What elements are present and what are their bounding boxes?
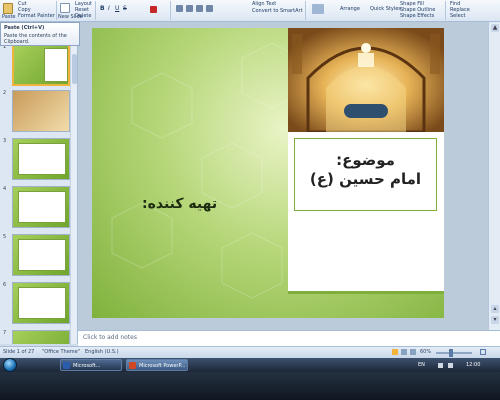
zoom-slider[interactable] [436, 352, 472, 354]
slide-number: 5 [3, 234, 7, 240]
slide-thumbnail[interactable] [12, 282, 70, 324]
thumbnail-row[interactable]: 6 [2, 282, 76, 326]
clock[interactable]: 12:00 [466, 362, 480, 368]
shrine-photo[interactable] [288, 28, 444, 132]
justify-icon[interactable] [206, 5, 213, 12]
thumbnail-row[interactable]: 4 [2, 186, 76, 230]
select-button[interactable]: Select [450, 13, 465, 21]
slide-number: 6 [3, 282, 7, 288]
slide-thumbnail[interactable] [12, 330, 70, 344]
system-tray: EN 12:00 [418, 359, 498, 371]
bold-button[interactable]: B [100, 5, 105, 17]
scrollbar-thumb[interactable] [72, 54, 77, 84]
fit-to-window-icon[interactable] [480, 349, 486, 355]
normal-view-icon[interactable] [392, 349, 398, 355]
zoom-level[interactable]: 60% [420, 349, 431, 355]
thumbnail-row[interactable]: 3 [2, 138, 76, 182]
ribbon-divider [170, 1, 171, 20]
quick-styles-button[interactable]: Quick Styles [370, 6, 401, 18]
thumbnail-card [18, 287, 66, 319]
paste-icon[interactable] [3, 3, 13, 14]
arrange-button[interactable]: Arrange [340, 6, 360, 18]
italic-button[interactable]: I [108, 5, 110, 17]
shape-effects-button[interactable]: Shape Effects [400, 13, 434, 21]
thumbnail-row[interactable]: 1 [2, 44, 76, 88]
slide-number: 4 [3, 186, 7, 192]
align-left-icon[interactable] [176, 5, 183, 12]
next-slide-icon[interactable]: ▾ [491, 316, 499, 324]
slide-sorter-icon[interactable] [401, 349, 407, 355]
slide-number: 3 [3, 138, 7, 144]
ribbon-divider [95, 1, 96, 20]
status-bar: Slide 1 of 27 "Office Theme" English (U.… [0, 346, 500, 358]
notes-placeholder: Click to add notes [83, 334, 137, 341]
title-card: موضوع: امام حسین (ع) [288, 132, 444, 294]
language-indicator[interactable]: English (U.S.) [85, 349, 119, 355]
font-color-icon[interactable] [150, 6, 157, 13]
slide-thumbnail[interactable] [12, 186, 70, 228]
taskbar-item-label: Microsoft PowerP... [139, 363, 186, 369]
format-painter-button[interactable]: Format Painter [18, 13, 55, 21]
slides-scrollbar[interactable] [70, 46, 77, 344]
thumbnail-card [44, 48, 68, 82]
slide-thumbnail[interactable] [12, 234, 70, 276]
new-slide-icon[interactable] [60, 3, 70, 13]
thumbnail-row[interactable]: 7 [2, 330, 76, 344]
slide-thumbnail[interactable] [12, 90, 70, 132]
align-right-icon[interactable] [196, 5, 203, 12]
slide-count: Slide 1 of 27 [3, 349, 35, 355]
thumbnail-card [18, 191, 66, 223]
slide-title-line1: موضوع: [336, 151, 395, 169]
tooltip-title: Paste (Ctrl+V) [4, 25, 45, 31]
presenter-label[interactable]: تهیه کننده: [142, 196, 217, 212]
theme-name: "Office Theme" [42, 349, 81, 355]
slide-number: 2 [3, 90, 7, 96]
taskbar-item-active[interactable]: Microsoft PowerP... [126, 359, 188, 371]
slide-number: 7 [3, 330, 7, 336]
ribbon-divider [305, 1, 306, 20]
network-icon[interactable] [448, 363, 453, 368]
title-placeholder[interactable]: موضوع: امام حسین (ع) [294, 138, 437, 211]
paste-tooltip: Paste (Ctrl+V) Paste the contents of the… [0, 22, 80, 46]
word-icon [63, 362, 70, 369]
taskbar-item-label: Microsoft... [73, 363, 101, 369]
shrine-image [288, 28, 444, 132]
current-slide[interactable]: موضوع: امام حسین (ع) تهیه کننده: [92, 28, 444, 318]
scroll-up-icon[interactable]: ▲ [491, 24, 499, 32]
align-center-icon[interactable] [186, 5, 193, 12]
start-button[interactable] [3, 358, 17, 372]
slide-thumbnail[interactable] [12, 44, 70, 86]
powerpoint-icon [129, 362, 136, 369]
slide-canvas: موضوع: امام حسین (ع) تهیه کننده: [78, 22, 488, 330]
canvas-scrollbar[interactable]: ▲ ▴ ▾ [488, 22, 500, 330]
convert-smartart-button[interactable]: Convert to SmartArt [252, 8, 303, 20]
thumbnail-card [18, 143, 66, 175]
strikethrough-button[interactable]: S [123, 5, 127, 17]
card-accent-bar [288, 291, 444, 294]
language-tray[interactable]: EN [418, 362, 425, 368]
ribbon: Paste Cut Copy Format Painter New Slide … [0, 0, 500, 22]
shapes-icon[interactable] [312, 4, 324, 14]
taskbar: Microsoft... Microsoft PowerP... EN 12:0… [0, 358, 500, 400]
delete-button[interactable]: Delete [75, 13, 91, 21]
thumbnail-row[interactable]: 2 [2, 90, 76, 134]
previous-slide-icon[interactable]: ▴ [491, 305, 499, 313]
thumbnail-row[interactable]: 5 [2, 234, 76, 278]
ribbon-divider [56, 1, 57, 20]
slides-pane: 1 2 3 4 5 6 7 [0, 44, 78, 344]
tooltip-body: Paste the contents of the Clipboard. [4, 33, 67, 45]
volume-icon[interactable] [438, 363, 443, 368]
ribbon-divider [445, 1, 446, 20]
thumbnail-card [18, 239, 66, 271]
underline-button[interactable]: U [115, 5, 119, 17]
slide-thumbnail[interactable] [12, 138, 70, 180]
slideshow-icon[interactable] [410, 349, 416, 355]
zoom-slider-handle[interactable] [449, 349, 453, 357]
slide-title-line2: امام حسین (ع) [309, 170, 422, 188]
slide-title: موضوع: امام حسین (ع) [295, 139, 436, 189]
paste-button[interactable]: Paste [2, 14, 16, 21]
notes-pane[interactable]: Click to add notes [78, 330, 500, 346]
taskbar-item[interactable]: Microsoft... [60, 359, 122, 371]
